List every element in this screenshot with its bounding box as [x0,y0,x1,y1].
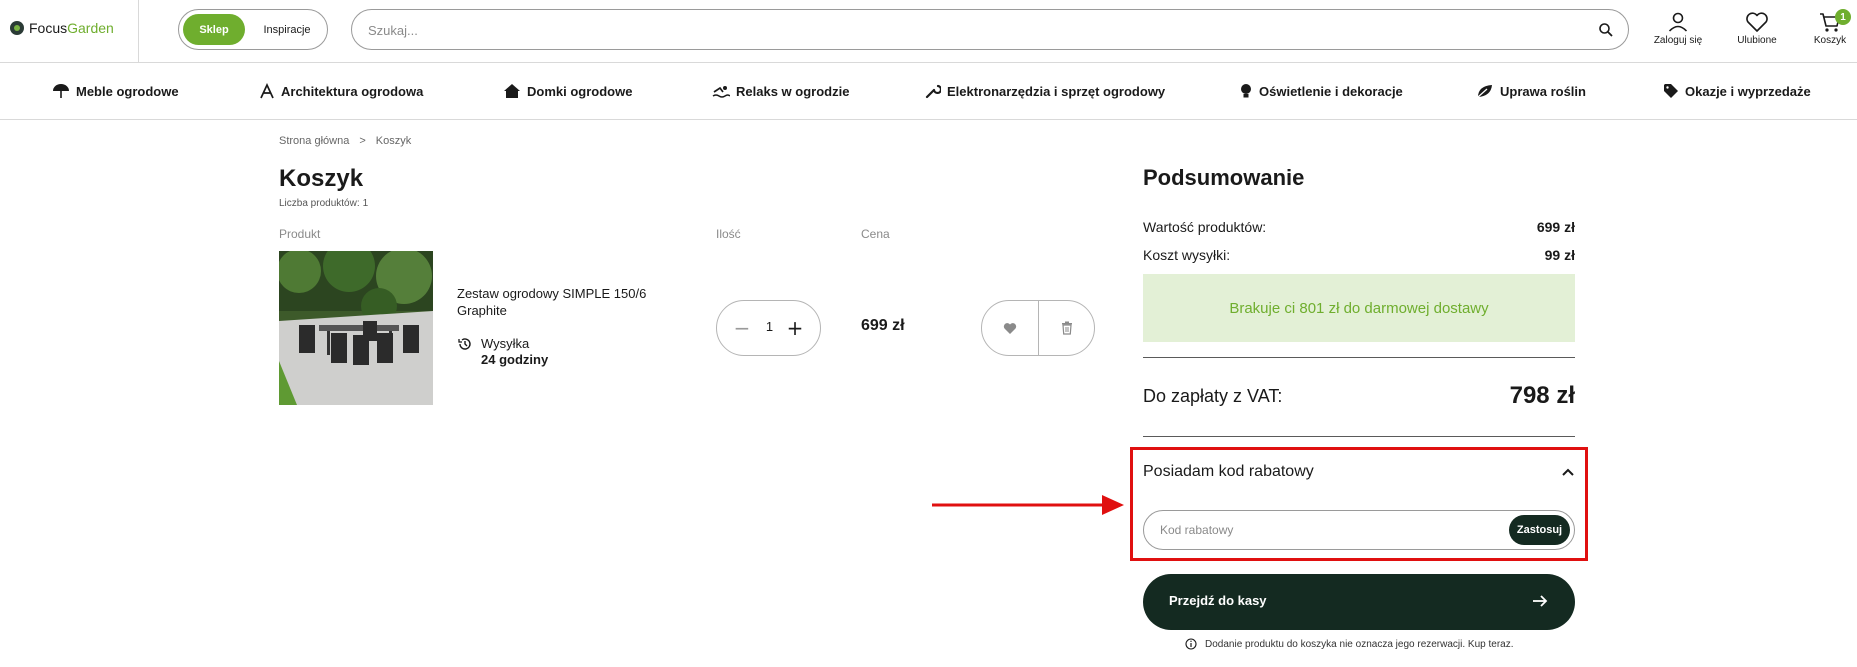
wrench-icon [925,84,941,99]
breadcrumb-separator: > [359,135,366,147]
category-meble[interactable]: Meble ogrodowe [52,83,179,99]
category-label: Domki ogrodowe [527,83,633,99]
discount-code-field: Zastosuj [1143,510,1575,550]
total-row: Do zapłaty z VAT: 798 zł [1143,382,1575,410]
discount-toggle-label: Posiadam kod rabatowy [1143,463,1314,480]
product-name[interactable]: Zestaw ogrodowy SIMPLE 150/6 Graphite [457,285,657,319]
breadcrumb: Strona główna > Koszyk [279,135,411,147]
trash-icon [1062,321,1072,335]
category-relaks[interactable]: Relaks w ogrodzie [712,83,849,99]
category-okazje[interactable]: Okazje i wyprzedaże [1663,83,1811,99]
search-input[interactable] [368,18,1568,42]
total-label: Do zapłaty z VAT: [1143,385,1283,406]
category-domki[interactable]: Domki ogrodowe [503,83,632,99]
info-icon [1185,638,1197,650]
login-label: Zaloguj się [1653,35,1703,46]
cart-button[interactable]: Koszyk 1 [1795,9,1857,46]
logo-icon [10,21,24,35]
user-icon [1668,12,1688,32]
products-value-row: Wartość produktów: 699 zł [1143,219,1575,235]
reservation-note-text: Dodanie produktu do koszyka nie oznacza … [1205,638,1514,650]
product-price: 699 zł [861,317,905,334]
category-label: Meble ogrodowe [76,83,179,99]
add-to-favorites-button[interactable] [982,301,1038,355]
header-divider [138,0,139,63]
category-label: Elektronarzędzia i sprzęt ogrodowy [947,83,1166,99]
shipping-cost-value: 99 zł [1544,247,1575,263]
favorites-button[interactable]: Ulubione [1722,11,1792,46]
search-bar [351,9,1629,50]
product-count: Liczba produktów: 1 [279,198,368,209]
pergola-icon [260,83,274,99]
logo-focus-text: Focus [29,20,68,36]
checkout-label: Przejdź do kasy [1169,593,1267,608]
category-label: Relaks w ogrodzie [736,83,850,99]
summary-divider [1143,357,1575,358]
shop-tab[interactable]: Sklep [183,14,245,45]
decrease-quantity-button[interactable]: − [729,315,755,341]
annotation-arrow [932,495,1124,515]
category-architektura[interactable]: Architektura ogrodowa [259,83,423,99]
product-image[interactable] [279,251,433,405]
leaf-icon [1477,85,1492,98]
category-label: Architektura ogrodowa [281,83,424,99]
heart-icon [1003,322,1017,334]
quantity-stepper: − 1 + [716,300,821,356]
reservation-note: Dodanie produktu do koszyka nie oznacza … [1185,638,1514,650]
inspiration-tab[interactable]: Inspiracje [253,14,321,45]
discount-code-input[interactable] [1160,519,1490,541]
clock-history-icon [458,338,471,350]
chevron-up-icon [1562,468,1574,476]
bulb-icon [1241,84,1251,98]
logo[interactable]: FocusGarden [10,20,114,36]
free-shipping-banner: Brakuje ci 801 zł do darmowej dostawy [1143,274,1575,342]
arrow-right-icon [1533,595,1548,607]
shipping-cost-row: Koszt wysyłki: 99 zł [1143,247,1575,263]
search-icon[interactable] [1598,22,1614,38]
heart-icon [1746,12,1768,32]
apply-discount-button[interactable]: Zastosuj [1509,515,1570,545]
column-header-quantity: Ilość [716,227,741,241]
shipping-cost-label: Koszt wysyłki: [1143,247,1231,263]
total-value: 798 zł [1509,382,1575,409]
swimmer-icon [712,86,730,98]
top-header: FocusGarden Sklep Inspiracje Zaloguj się… [0,0,1857,63]
cart-label: Koszyk [1813,35,1847,46]
category-label: Oświetlenie i dekoracje [1259,83,1403,99]
category-nav: Meble ogrodowe Architektura ogrodowa Dom… [0,63,1857,120]
column-header-product: Produkt [279,227,321,241]
product-count-value: 1 [362,198,369,209]
cart-count-badge: 1 [1835,9,1851,25]
item-actions [981,300,1095,356]
checkout-button[interactable]: Przejdź do kasy [1143,574,1575,630]
increase-quantity-button[interactable]: + [782,315,808,341]
product-count-label: Liczba produktów: [279,198,360,209]
category-label: Uprawa roślin [1500,83,1586,99]
summary-divider [1143,436,1575,437]
category-label: Okazje i wyprzedaże [1685,83,1811,99]
products-value-label: Wartość produktów: [1143,219,1267,235]
quantity-value[interactable]: 1 [757,319,782,334]
category-elektronarzedzia[interactable]: Elektronarzędzia i sprzęt ogrodowy [925,83,1165,99]
page-title: Koszyk [279,165,364,192]
breadcrumb-current: Koszyk [375,135,412,147]
discount-code-toggle[interactable]: Posiadam kod rabatowy [1143,463,1575,481]
house-icon [504,84,520,98]
logo-garden-text: Garden [67,20,114,36]
products-value: 699 zł [1536,219,1575,235]
shipping-label: Wysyłka [481,336,530,351]
shipping-info: Wysyłka 24 godziny [457,336,548,368]
tag-icon [1664,84,1678,98]
breadcrumb-home[interactable]: Strona główna [279,135,349,147]
login-button[interactable]: Zaloguj się [1643,11,1713,46]
summary-title: Podsumowanie [1143,165,1305,190]
category-uprawa[interactable]: Uprawa roślin [1476,83,1586,99]
remove-item-button[interactable] [1039,301,1095,355]
shop-inspiration-switch: Sklep Inspiracje [178,9,328,50]
column-header-price: Cena [861,227,890,241]
umbrella-icon [53,84,69,98]
category-oswietlenie[interactable]: Oświetlenie i dekoracje [1239,83,1403,99]
shipping-time: 24 godziny [481,352,549,367]
favorites-label: Ulubione [1737,35,1777,46]
